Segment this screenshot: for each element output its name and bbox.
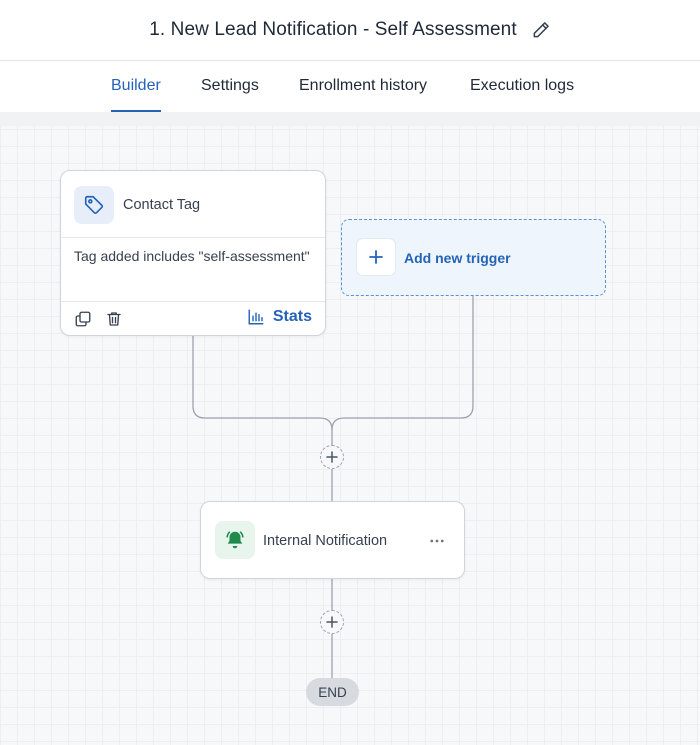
connector-lines	[192, 296, 474, 678]
end-node: END	[306, 678, 359, 706]
trigger-card-footer: Stats	[61, 301, 325, 336]
trigger-card-header: Contact Tag	[61, 171, 325, 238]
trigger-description: Tag added includes "self-assessment"	[74, 248, 310, 264]
bar-chart-icon	[248, 309, 264, 325]
action-name: Internal Notification	[263, 533, 388, 549]
trigger-card-contact-tag[interactable]: Contact Tag Tag added includes "self-ass…	[60, 170, 326, 336]
bell-icon	[215, 521, 255, 559]
action-card-internal-notification[interactable]: Internal Notification	[200, 501, 465, 579]
plus-icon	[326, 451, 338, 463]
add-step-button-1[interactable]	[320, 445, 344, 469]
add-new-trigger-button[interactable]: Add new trigger	[341, 219, 606, 296]
more-options-icon[interactable]	[428, 532, 446, 550]
trigger-name: Contact Tag	[123, 197, 201, 213]
trash-icon[interactable]	[105, 310, 123, 328]
stats-label: Stats	[272, 308, 312, 325]
stats-button[interactable]: Stats	[247, 308, 312, 326]
copy-icon[interactable]	[74, 310, 92, 328]
add-trigger-label: Add new trigger	[404, 250, 511, 266]
add-step-button-2[interactable]	[320, 610, 344, 634]
plus-icon	[356, 238, 396, 276]
tag-icon	[74, 186, 114, 224]
plus-icon	[326, 616, 338, 628]
